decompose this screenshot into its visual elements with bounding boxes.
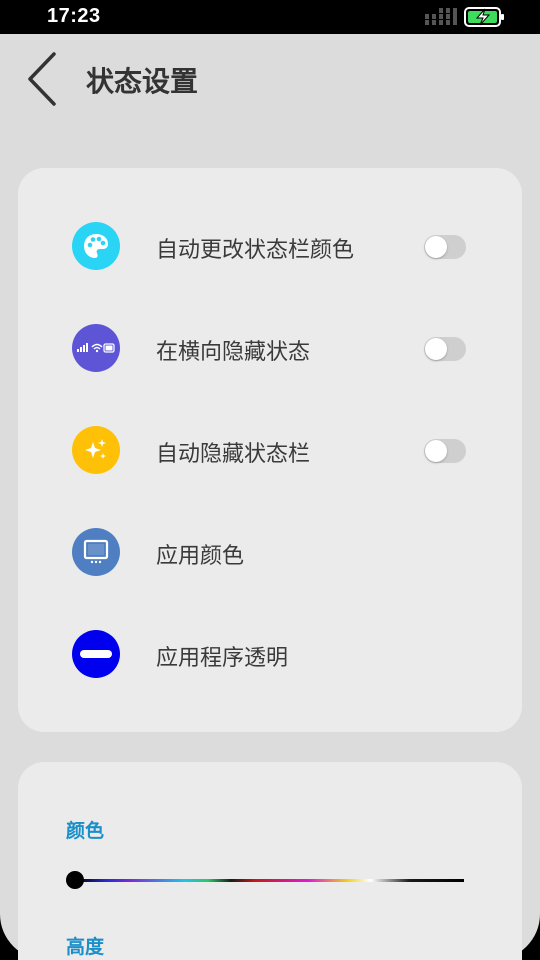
color-section-label: 颜色 [66,820,105,842]
minus-circle-icon [72,630,120,678]
appearance-card: 颜色 高度 [18,762,522,960]
setting-row-auto-hide-statusbar[interactable]: 自动隐藏状态栏 [18,410,522,490]
slider-thumb[interactable] [66,871,84,889]
setting-row-app-transparent[interactable]: 应用程序透明 [18,614,522,694]
toggle-switch[interactable] [424,337,466,361]
status-time: 17:23 [47,5,101,27]
height-section-label: 高度 [66,936,105,958]
setting-label: 在横向隐藏状态 [156,340,311,365]
statusbar-icon [72,324,120,372]
setting-label: 应用颜色 [156,544,245,569]
setting-row-hide-landscape[interactable]: 在横向隐藏状态 [18,308,522,388]
page-title: 状态设置 [86,65,199,98]
back-arrow-icon[interactable] [22,50,62,108]
cellular-signal-icon [425,8,457,25]
battery-charging-icon [464,7,504,27]
color-slider[interactable] [66,870,466,890]
setting-row-auto-statusbar-color[interactable]: 自动更改状态栏颜色 [18,206,522,286]
settings-card: 自动更改状态栏颜色 在横向隐藏状态 自动隐藏状态栏 应用颜色 应用程序透明 [18,168,522,732]
toggle-switch[interactable] [424,439,466,463]
sparkles-icon [72,426,120,474]
setting-label: 应用程序透明 [156,646,289,671]
toggle-knob [425,338,447,360]
status-bar: 17:23 [0,0,540,34]
setting-label: 自动隐藏状态栏 [156,442,311,467]
toggle-knob [425,440,447,462]
toggle-knob [425,236,447,258]
monitor-icon [72,528,120,576]
palette-icon [72,222,120,270]
color-gradient-track[interactable] [76,879,464,882]
toggle-switch[interactable] [424,235,466,259]
setting-label: 自动更改状态栏颜色 [156,238,355,263]
setting-row-app-color[interactable]: 应用颜色 [18,512,522,592]
